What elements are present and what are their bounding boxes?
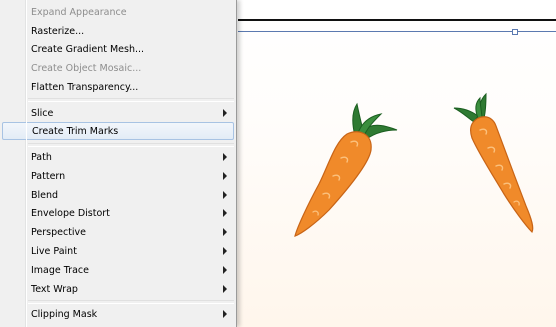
- menu-item-label: Create Gradient Mesh...: [31, 43, 145, 55]
- carrot-icon[interactable]: [448, 90, 540, 236]
- submenu-arrow-icon: [223, 109, 227, 117]
- menu-item-label: Envelope Distort: [31, 207, 110, 219]
- carrot-body: [469, 116, 534, 234]
- menu-item-create-gradient-mesh[interactable]: Create Gradient Mesh...: [2, 40, 234, 58]
- menu-item-clipping-mask[interactable]: Clipping Mask: [2, 305, 234, 323]
- menu-separator: [28, 300, 234, 304]
- menu-item-label: Slice: [31, 107, 54, 119]
- menu-item-expand-appearance: Expand Appearance: [2, 3, 234, 21]
- menu-item-rasterize[interactable]: Rasterize...: [2, 22, 234, 40]
- submenu-arrow-icon: [223, 153, 227, 161]
- menu-item-perspective[interactable]: Perspective: [2, 223, 234, 241]
- menu-item-flatten-transparency[interactable]: Flatten Transparency...: [2, 78, 234, 96]
- menu-item-label: Path: [31, 151, 52, 163]
- menu-item-envelope-distort[interactable]: Envelope Distort: [2, 204, 234, 222]
- menu-item-label: Rasterize...: [31, 25, 85, 37]
- menu-item-label: Blend: [31, 189, 59, 201]
- menu-item-slice[interactable]: Slice: [2, 104, 234, 122]
- submenu-arrow-icon: [223, 228, 227, 236]
- context-menu: Expand Appearance Rasterize... Create Gr…: [0, 0, 237, 327]
- menu-item-create-trim-marks[interactable]: Create Trim Marks: [2, 122, 234, 140]
- menu-item-text-wrap[interactable]: Text Wrap: [2, 280, 234, 298]
- submenu-arrow-icon: [223, 285, 227, 293]
- menu-item-path[interactable]: Path: [2, 148, 234, 166]
- selection-handle[interactable]: [512, 29, 518, 35]
- submenu-arrow-icon: [223, 266, 227, 274]
- submenu-arrow-icon: [223, 247, 227, 255]
- menu-item-label: Flatten Transparency...: [31, 81, 139, 93]
- menu-item-label: Clipping Mask: [31, 308, 98, 320]
- submenu-arrow-icon: [223, 191, 227, 199]
- selection-bounding-line: [238, 31, 556, 32]
- menu-item-label: Pattern: [31, 170, 66, 182]
- menu-item-label: Text Wrap: [31, 283, 78, 295]
- menu-item-create-object-mosaic: Create Object Mosaic...: [2, 59, 234, 77]
- menu-item-label: Expand Appearance: [31, 6, 127, 18]
- menu-item-live-paint[interactable]: Live Paint: [2, 242, 234, 260]
- carrot-body: [294, 131, 372, 237]
- artboard-edge: [238, 19, 556, 21]
- menu-item-label: Live Paint: [31, 245, 77, 257]
- menu-item-pattern[interactable]: Pattern: [2, 167, 234, 185]
- carrot-icon[interactable]: [285, 98, 405, 240]
- submenu-arrow-icon: [223, 172, 227, 180]
- menu-separator: [28, 143, 234, 147]
- menu-item-label: Create Trim Marks: [32, 125, 119, 137]
- menu-item-image-trace[interactable]: Image Trace: [2, 261, 234, 279]
- submenu-arrow-icon: [223, 209, 227, 217]
- menu-item-blend[interactable]: Blend: [2, 186, 234, 204]
- submenu-arrow-icon: [223, 310, 227, 318]
- menu-item-label: Create Object Mosaic...: [31, 62, 142, 74]
- menu-separator: [28, 98, 234, 102]
- menu-item-label: Image Trace: [31, 264, 89, 276]
- menu-item-label: Perspective: [31, 226, 87, 238]
